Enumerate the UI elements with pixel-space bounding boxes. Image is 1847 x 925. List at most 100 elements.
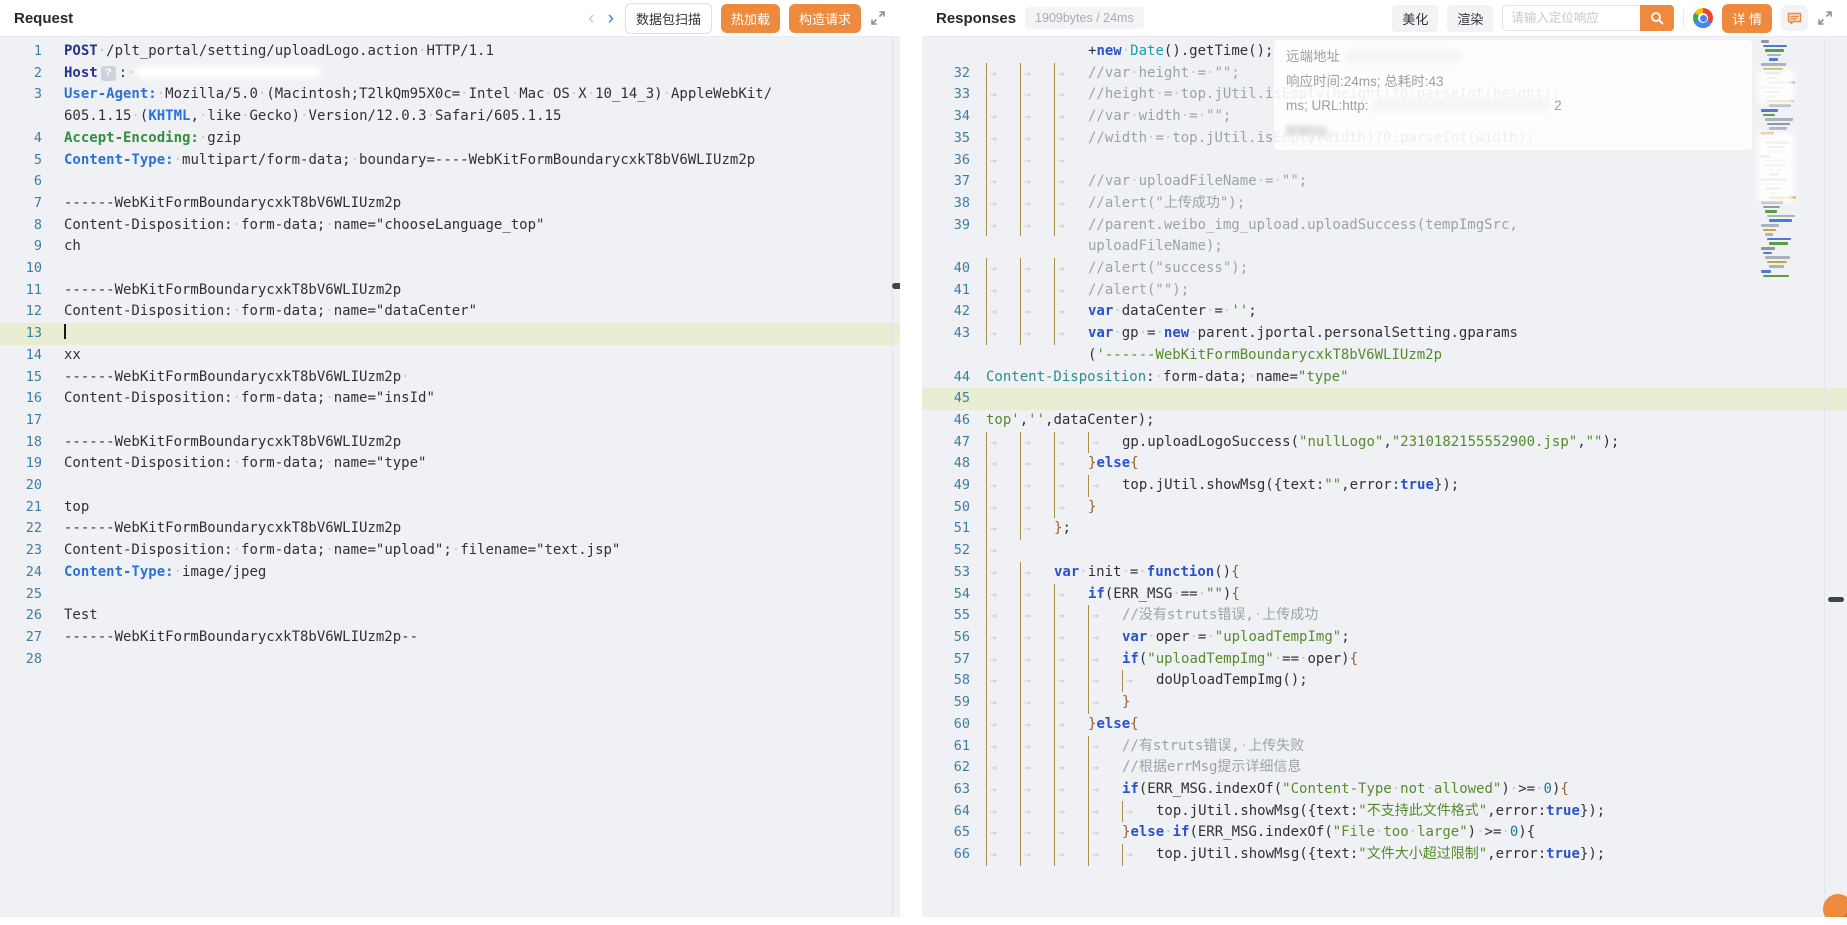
code-token: ·Mozilla/5.0·(Macintosh;T2lkQm95X0c=·Int… bbox=[156, 86, 773, 103]
code-token: , bbox=[1577, 433, 1586, 450]
line-number: 65 bbox=[953, 824, 970, 841]
code-token: Content-Disposition:·form-data;·name="up… bbox=[64, 542, 621, 559]
line-number: 47 bbox=[953, 433, 970, 450]
code-token: top' bbox=[986, 411, 1020, 428]
code-token: else bbox=[1096, 455, 1131, 472]
indent-guide: → bbox=[1054, 127, 1088, 150]
indent-guide: → bbox=[1088, 475, 1122, 497]
indent-guide: → bbox=[986, 192, 1020, 215]
line-number: 3 bbox=[33, 86, 42, 103]
divider bbox=[1683, 9, 1685, 27]
line-number: 28 bbox=[25, 650, 42, 667]
beautify-button[interactable]: 美化 bbox=[1392, 4, 1439, 32]
indent-guide: → bbox=[986, 561, 1020, 584]
code-line: 37 → → →//var·uploadFileName·=·""; bbox=[922, 171, 1847, 193]
tooltip-url-row-2: 8080/p... bbox=[1286, 122, 1339, 138]
chrome-icon[interactable] bbox=[1693, 8, 1714, 28]
search-icon bbox=[1651, 12, 1664, 25]
line-number: 6 bbox=[33, 173, 42, 190]
indent-guide: → bbox=[986, 127, 1020, 150]
code-token: top.jUtil.showMsg({text: bbox=[1156, 846, 1359, 863]
indent-guide: → bbox=[986, 670, 1020, 693]
hot-reload-button[interactable]: 热加载 bbox=[720, 3, 780, 33]
code-token: 0 bbox=[1509, 824, 1519, 841]
search-input[interactable] bbox=[1502, 5, 1641, 31]
redacted-text bbox=[1372, 99, 1551, 112]
next-request-button[interactable]: › bbox=[606, 9, 616, 28]
code-line: 7 ------WebKitFormBoundarycxkT8bV6WLIUzm2… bbox=[0, 193, 900, 215]
code-token: { bbox=[1130, 715, 1139, 732]
code-token: top.jUtil.showMsg({text: bbox=[1156, 802, 1359, 819]
code-token: "" bbox=[1585, 433, 1603, 450]
code-token: ; bbox=[1341, 628, 1350, 645]
code-token: "2310182155552900.jsp" bbox=[1391, 433, 1578, 450]
render-button[interactable]: 渲染 bbox=[1447, 4, 1494, 32]
line-number: 14 bbox=[25, 346, 42, 363]
code-token: (ERR_MSG·==· bbox=[1104, 585, 1207, 602]
fullscreen-icon[interactable] bbox=[1817, 10, 1833, 26]
indent-guide: → bbox=[1020, 258, 1054, 280]
response-panel: Responses 1909bytes / 24ms 美化 渲染 详 情 bbox=[922, 0, 1847, 917]
code-line: 4 Accept-Encoding:·gzip bbox=[0, 128, 900, 150]
indent-guide: → bbox=[1054, 692, 1088, 714]
search-button[interactable] bbox=[1640, 5, 1675, 31]
code-minimap[interactable] bbox=[1758, 40, 1796, 730]
indent-guide: → bbox=[1020, 496, 1054, 519]
code-line: 47 → → → → gp.uploadLogoSuccess("nullLogo","2… bbox=[922, 431, 1847, 454]
code-token: ){ bbox=[1518, 824, 1536, 841]
code-token: "type" bbox=[1297, 368, 1349, 385]
indent-guide: → bbox=[1054, 822, 1088, 845]
fullscreen-icon[interactable] bbox=[870, 10, 886, 26]
response-scrollbar-thumb[interactable] bbox=[1828, 597, 1844, 602]
details-button[interactable]: 详 情 bbox=[1722, 3, 1772, 33]
code-token: () bbox=[1214, 563, 1232, 580]
minimap-line bbox=[1763, 205, 1780, 209]
code-token: var bbox=[1054, 563, 1080, 580]
line-number: 52 bbox=[953, 542, 970, 559]
indent-guide: → bbox=[986, 844, 1020, 866]
code-token: 605.1.15·( bbox=[64, 108, 149, 125]
construct-request-button[interactable]: 构造请求 bbox=[788, 3, 861, 33]
indent-guide: → bbox=[986, 62, 1020, 85]
code-token: true bbox=[1400, 477, 1434, 494]
indent-guide: → bbox=[1088, 778, 1122, 801]
code-token: //alert("上传成功"); bbox=[1088, 194, 1246, 211]
packet-scan-button[interactable]: 数据包扫描 bbox=[624, 2, 712, 34]
code-token: top bbox=[64, 498, 90, 515]
request-panel: Request ‹ › 数据包扫描 热加载 构造请求 1 POST·/plt_po… bbox=[0, 0, 900, 917]
line-number: 7 bbox=[33, 194, 42, 211]
code-token: gp.uploadLogoSuccess( bbox=[1122, 433, 1300, 450]
request-title: Request bbox=[14, 9, 74, 27]
code-line: 62 → → → →//根据errMsg提示详细信息 bbox=[922, 757, 1847, 779]
response-editor[interactable]: +new·Date().getTime(); 32 → → →//var·height·… bbox=[922, 37, 1847, 917]
code-token: { bbox=[1231, 585, 1240, 602]
comment-button[interactable] bbox=[1781, 5, 1808, 31]
minimap-line bbox=[1765, 233, 1773, 236]
minimap-line bbox=[1769, 265, 1784, 268]
line-number: 33 bbox=[953, 86, 970, 103]
line-number: 66 bbox=[953, 846, 970, 863]
request-scrollbar-thumb[interactable] bbox=[892, 283, 900, 289]
floating-action-button[interactable] bbox=[1823, 894, 1847, 917]
line-number: 23 bbox=[25, 542, 42, 559]
line-number: 50 bbox=[953, 498, 970, 515]
prev-request-button[interactable]: ‹ bbox=[586, 9, 596, 28]
line-number bbox=[922, 236, 986, 258]
minimap-line bbox=[1769, 104, 1791, 107]
code-line: 3 User-Agent:·Mozilla/5.0·(Macintosh;T2lk… bbox=[0, 84, 900, 106]
code-token: User-Agent: bbox=[64, 86, 157, 103]
code-line: 46 top','',dataCenter); bbox=[922, 410, 1847, 432]
indent-guide: → bbox=[1020, 62, 1054, 85]
request-editor[interactable]: 1 POST·/plt_portal/setting/uploadLogo.act… bbox=[0, 37, 900, 917]
indent-guide: → bbox=[986, 301, 1020, 324]
code-token: //alert(""); bbox=[1088, 281, 1190, 298]
minimap-line bbox=[1765, 118, 1793, 121]
code-token: top.jUtil.showMsg({text: bbox=[1122, 477, 1325, 494]
line-number: 42 bbox=[953, 303, 970, 320]
line-number: 62 bbox=[953, 759, 970, 776]
code-line: 43 → → → var·gp·=·new·parent.jportal.persona… bbox=[922, 323, 1847, 345]
code-token: Content-Disposition:·form-data;·name="in… bbox=[64, 390, 435, 407]
code-line: 53 → → var·init·=·function(){ bbox=[922, 561, 1847, 584]
code-token: } bbox=[1088, 498, 1097, 515]
code-token: '------WebKitFormBoundarycxkT8bV6WLIUzm2… bbox=[1096, 346, 1443, 363]
